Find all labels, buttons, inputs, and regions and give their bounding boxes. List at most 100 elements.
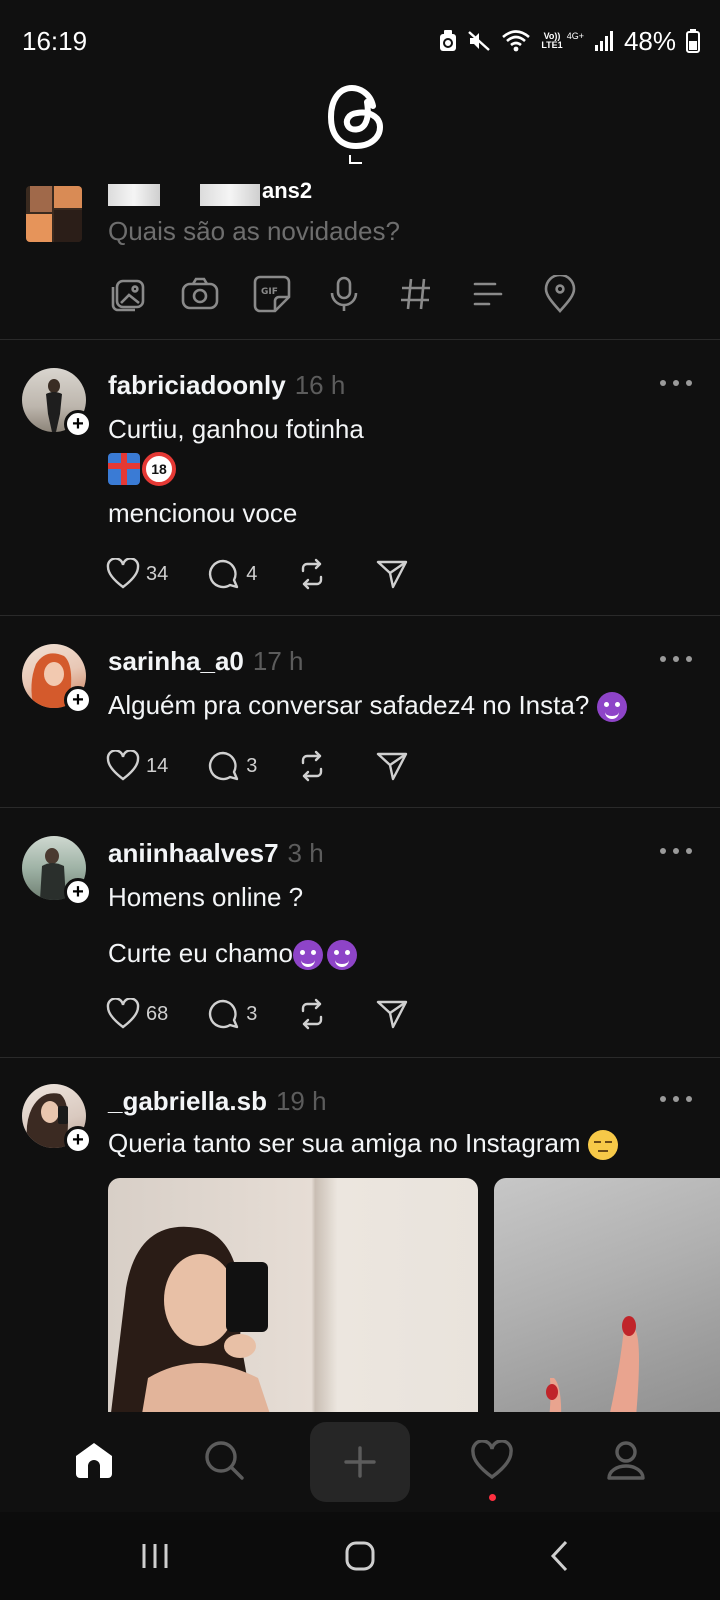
post-text: Curte eu chamo bbox=[108, 938, 293, 968]
home-system-button[interactable] bbox=[338, 1534, 382, 1578]
gift-emoji-icon bbox=[108, 453, 140, 486]
post-username[interactable]: fabriciadoonly bbox=[108, 370, 286, 401]
composer-input[interactable]: Quais são as novidades? bbox=[108, 216, 400, 247]
post-text-line: Queria tanto ser sua amiga no Instagram bbox=[108, 1128, 618, 1161]
activity-icon bbox=[471, 1440, 513, 1480]
like-button[interactable]: 34 bbox=[106, 558, 168, 590]
home-icon bbox=[76, 1443, 112, 1478]
devil-emoji-icon bbox=[292, 940, 323, 971]
post-actions: 68 3 bbox=[106, 998, 447, 1030]
post-username[interactable]: aniinhaalves7 bbox=[108, 838, 279, 869]
post-image[interactable] bbox=[494, 1178, 720, 1412]
nav-search[interactable] bbox=[194, 1430, 254, 1490]
comment-count: 3 bbox=[246, 754, 258, 777]
send-icon bbox=[377, 1000, 408, 1029]
bottom-nav bbox=[0, 1412, 720, 1512]
wifi-icon bbox=[501, 29, 531, 53]
post-text-line: Curte eu chamo bbox=[108, 938, 357, 971]
share-button[interactable] bbox=[375, 558, 409, 590]
status-time: 16:19 bbox=[22, 26, 88, 56]
image-icon[interactable] bbox=[108, 274, 148, 314]
more-options-icon[interactable] bbox=[660, 656, 692, 666]
repost-icon bbox=[302, 998, 323, 1030]
repost-button[interactable] bbox=[295, 558, 329, 590]
gif-icon[interactable]: GIF bbox=[252, 274, 292, 314]
more-options-icon[interactable] bbox=[660, 380, 692, 390]
share-button[interactable] bbox=[375, 998, 409, 1030]
follow-button[interactable]: + bbox=[64, 1126, 92, 1154]
hashtag-icon[interactable] bbox=[396, 274, 436, 314]
status-icons: Vo)) LTE1 4G+ 48% bbox=[439, 26, 700, 56]
recents-button[interactable] bbox=[133, 1534, 177, 1578]
post-text: Queria tanto ser sua amiga no Instagram bbox=[108, 1128, 588, 1158]
post[interactable]: + sarinha_a0 17 h Alguém pra conversar s… bbox=[0, 616, 720, 808]
system-nav bbox=[0, 1512, 720, 1600]
comment-button[interactable]: 4 bbox=[206, 558, 257, 590]
post-image[interactable] bbox=[108, 1178, 478, 1412]
post-text-line: Alguém pra conversar safadez4 no Insta? bbox=[108, 690, 627, 723]
post-time: 19 h bbox=[275, 1086, 327, 1116]
recents-icon bbox=[142, 1544, 168, 1568]
like-button[interactable]: 14 bbox=[106, 750, 168, 782]
follow-button[interactable]: + bbox=[64, 878, 92, 906]
follow-button[interactable]: + bbox=[64, 410, 92, 438]
mic-icon[interactable] bbox=[324, 274, 364, 314]
post-text: Alguém pra conversar safadez4 no Insta? bbox=[108, 690, 597, 720]
threads-logo[interactable] bbox=[327, 84, 386, 150]
post-username[interactable]: _gabriella.sb bbox=[108, 1086, 267, 1117]
more-options-icon[interactable] bbox=[660, 848, 692, 858]
status-bar: 16:19 Vo)) LTE1 4G+ 48% bbox=[0, 0, 720, 80]
comment-icon bbox=[209, 751, 239, 781]
composer-username-suffix: ans2 bbox=[262, 178, 313, 203]
post[interactable]: + aniinhaalves7 3 h Homens online ? Curt… bbox=[0, 808, 720, 1058]
comment-button[interactable]: 3 bbox=[206, 750, 257, 782]
mute-icon bbox=[467, 29, 491, 53]
post-text: Curtiu, ganhou fotinha bbox=[108, 414, 364, 444]
post-text: mencionou voce bbox=[108, 498, 298, 528]
svg-text:GIF: GIF bbox=[261, 287, 278, 297]
more-options-icon[interactable] bbox=[660, 1096, 692, 1106]
repost-icon bbox=[302, 750, 323, 782]
post-media-carousel[interactable] bbox=[108, 1178, 720, 1412]
home-button-icon bbox=[345, 1541, 375, 1571]
back-button[interactable] bbox=[538, 1534, 582, 1578]
heart-icon bbox=[106, 998, 140, 1029]
signal-icon bbox=[594, 30, 614, 52]
post-username[interactable]: sarinha_a0 bbox=[108, 646, 244, 677]
nav-profile[interactable] bbox=[596, 1430, 656, 1490]
profile-icon bbox=[607, 1441, 645, 1480]
like-button[interactable]: 68 bbox=[106, 998, 168, 1030]
comment-icon bbox=[209, 559, 239, 589]
composer-username-redacted bbox=[108, 184, 260, 206]
devil-emoji-icon bbox=[596, 692, 627, 723]
camera-icon[interactable] bbox=[180, 274, 220, 314]
like-count: 34 bbox=[146, 562, 169, 585]
post-header: _gabriella.sb 19 h bbox=[108, 1086, 327, 1117]
composer[interactable]: ans2 Quais são as novidades? GIF bbox=[0, 170, 720, 340]
repost-button[interactable] bbox=[295, 750, 329, 782]
repost-icon bbox=[302, 558, 323, 590]
like-count: 68 bbox=[146, 1002, 169, 1025]
location-icon[interactable] bbox=[540, 274, 580, 314]
logo-indicator bbox=[348, 152, 364, 164]
back-icon bbox=[550, 1540, 568, 1572]
poll-icon[interactable] bbox=[468, 274, 508, 314]
nav-activity[interactable] bbox=[462, 1430, 522, 1490]
send-icon bbox=[377, 752, 408, 781]
comment-icon bbox=[209, 999, 239, 1029]
nav-create[interactable] bbox=[310, 1422, 410, 1502]
heart-icon bbox=[106, 750, 140, 781]
comment-button[interactable]: 3 bbox=[206, 998, 257, 1030]
share-button[interactable] bbox=[375, 750, 409, 782]
no-under-18-emoji-icon: 18 bbox=[142, 452, 176, 487]
follow-button[interactable]: + bbox=[64, 686, 92, 714]
post-header: aniinhaalves7 3 h bbox=[108, 838, 324, 869]
nav-home[interactable] bbox=[64, 1430, 124, 1490]
post-header: fabriciadoonly 16 h bbox=[108, 370, 345, 401]
battery-icon bbox=[686, 29, 700, 53]
repost-button[interactable] bbox=[295, 998, 329, 1030]
post[interactable]: + fabriciadoonly 16 h Curtiu, ganhou fot… bbox=[0, 340, 720, 616]
like-count: 14 bbox=[146, 754, 169, 777]
post-time: 16 h bbox=[294, 370, 346, 400]
comment-count: 3 bbox=[246, 1002, 258, 1025]
